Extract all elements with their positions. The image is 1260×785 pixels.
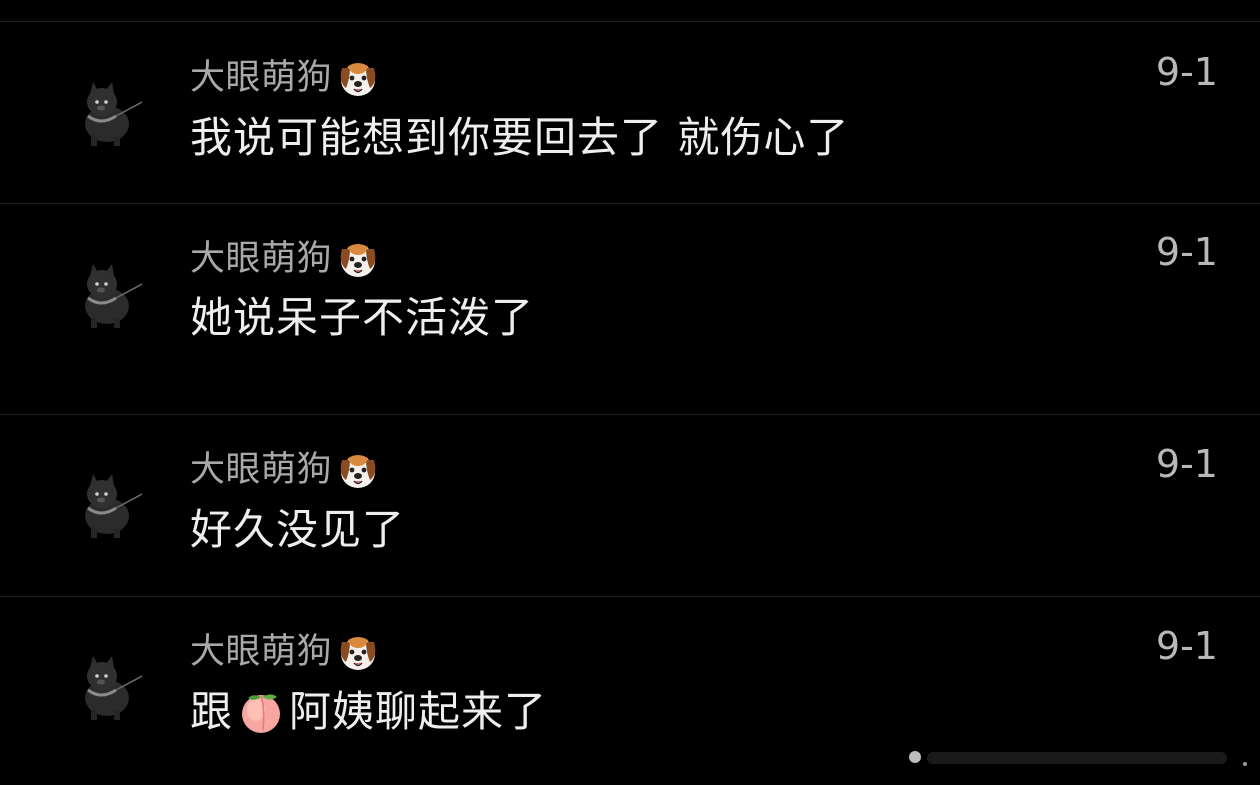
username[interactable]: 大眼萌狗 — [190, 56, 332, 100]
dog-face-emoji-icon — [336, 56, 380, 100]
username[interactable]: 大眼萌狗 — [190, 237, 332, 281]
black-dog-avatar-icon — [76, 458, 142, 548]
avatar[interactable] — [76, 248, 142, 338]
peach-emoji-icon — [237, 688, 285, 736]
black-dog-avatar-icon — [76, 640, 142, 730]
dog-face-emoji-icon — [336, 448, 380, 492]
comment-date: 9-1 — [1155, 442, 1218, 486]
comment-text-content: 她说呆子不活泼了 — [190, 293, 535, 342]
username-line: 大眼萌狗 — [190, 56, 380, 100]
comment-text-before: 跟 — [190, 687, 234, 736]
comment-text: 好久没见了 — [190, 504, 405, 556]
username-line: 大眼萌狗 — [190, 630, 380, 674]
username[interactable]: 大眼萌狗 — [190, 448, 332, 492]
username-line: 大眼萌狗 — [190, 237, 380, 281]
dog-face-emoji-icon — [336, 630, 380, 674]
comment-text-content: 我说可能想到你要回去了 就伤心了 — [190, 113, 850, 162]
watermark — [905, 742, 1250, 772]
comment-text: 我说可能想到你要回去了 就伤心了 — [190, 112, 849, 164]
black-dog-avatar-icon — [76, 248, 142, 338]
comment-text: 她说呆子不活泼了 — [190, 292, 534, 344]
dog-face-emoji-icon — [336, 237, 380, 281]
username-line: 大眼萌狗 — [190, 448, 380, 492]
divider — [0, 203, 1260, 204]
divider — [0, 596, 1260, 597]
comment-text: 跟 阿姨聊起来了 — [190, 686, 547, 738]
comment-date: 9-1 — [1155, 624, 1218, 668]
comment-date: 9-1 — [1155, 230, 1218, 274]
avatar[interactable] — [76, 66, 142, 156]
divider — [0, 21, 1260, 22]
avatar[interactable] — [76, 458, 142, 548]
username[interactable]: 大眼萌狗 — [190, 630, 332, 674]
comment-text-after: 阿姨聊起来了 — [289, 687, 548, 736]
comment-date: 9-1 — [1155, 50, 1218, 94]
avatar[interactable] — [76, 640, 142, 730]
black-dog-avatar-icon — [76, 66, 142, 156]
comment-text-content: 好久没见了 — [190, 505, 406, 554]
divider — [0, 414, 1260, 415]
comment-list: 大眼萌狗 我说可能想到你要回去了 就伤心了 9-1 大眼萌狗 她说呆子不活泼了 … — [0, 0, 1260, 785]
